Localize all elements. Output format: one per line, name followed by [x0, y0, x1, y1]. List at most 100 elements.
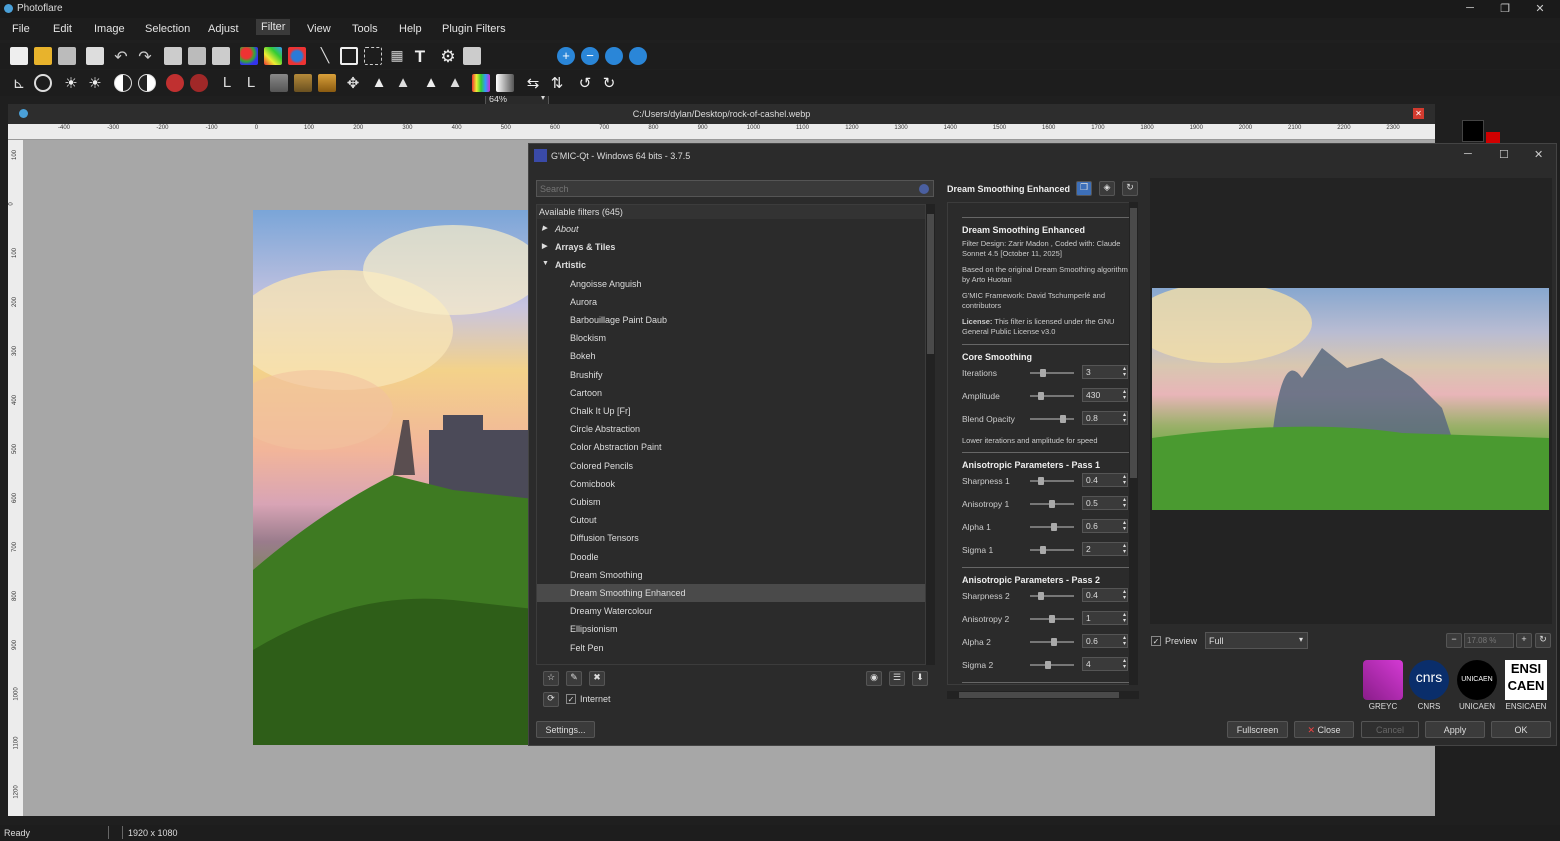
params-scrollbar[interactable] — [1129, 202, 1138, 685]
close-document-icon[interactable]: ✕ — [1413, 108, 1424, 119]
param-spinbox[interactable]: 2 ▴ ▾ — [1082, 542, 1128, 556]
spin-arrows-icon[interactable]: ▴ ▾ — [1123, 543, 1126, 555]
open-folder-icon[interactable] — [34, 47, 52, 65]
filter-item[interactable]: Blockism — [537, 329, 925, 347]
slider-handle[interactable] — [1060, 415, 1067, 423]
clipboard-icon[interactable] — [212, 47, 230, 65]
text-tool-icon[interactable]: T — [411, 47, 429, 66]
new-file-icon[interactable] — [10, 47, 28, 65]
internet-checkbox[interactable]: ✓ — [566, 694, 576, 704]
spin-arrows-icon[interactable]: ▴ ▾ — [1123, 589, 1126, 601]
param-spinbox[interactable]: 3 ▴ ▾ — [1082, 365, 1128, 379]
gamma-down-icon[interactable]: L — [242, 74, 260, 92]
sharpen-icon[interactable]: ▲ — [370, 74, 388, 92]
chevron-right-icon[interactable]: ▶ — [542, 224, 547, 232]
palette-icon[interactable] — [264, 47, 282, 65]
slider-handle[interactable] — [1039, 546, 1046, 554]
param-slider[interactable] — [1030, 369, 1074, 377]
filter-item[interactable]: Diffusion Tensors — [537, 529, 925, 547]
slider-handle[interactable] — [1038, 477, 1045, 485]
cancel-button[interactable]: Cancel — [1361, 721, 1419, 738]
menu-selection[interactable]: Selection — [145, 23, 190, 35]
slider-handle[interactable] — [1039, 369, 1046, 377]
gmic-close-button[interactable]: ✕ — [1534, 148, 1543, 161]
spin-arrows-icon[interactable]: ▴ ▾ — [1123, 520, 1126, 532]
reset-params-icon[interactable]: ↻ — [1122, 181, 1138, 196]
preview-checkbox[interactable]: ✓ — [1151, 636, 1161, 646]
refresh-filters-icon[interactable]: ⟳ — [543, 692, 559, 707]
redo-icon[interactable]: ↷ — [136, 47, 154, 66]
contrast-icon[interactable] — [34, 74, 52, 92]
gradient-icon[interactable] — [496, 74, 514, 92]
filter-item[interactable]: Aurora — [537, 293, 925, 311]
rename-fave-icon[interactable]: ✎ — [566, 671, 582, 686]
scrollbar-thumb[interactable] — [1130, 208, 1137, 478]
marquee-icon[interactable] — [364, 47, 382, 65]
image-canvas[interactable] — [253, 210, 543, 745]
preview-mode-select[interactable]: Full ▾ — [1205, 632, 1308, 649]
filter-item[interactable]: Ellipsionism — [537, 620, 925, 638]
move-icon[interactable]: ✥ — [344, 74, 362, 92]
slider-handle[interactable] — [1045, 661, 1052, 669]
spin-arrows-icon[interactable]: ▴ ▾ — [1123, 412, 1126, 424]
line-tool-icon[interactable]: ╲ — [316, 47, 334, 65]
remove-fave-icon[interactable]: ✖ — [589, 671, 605, 686]
param-slider[interactable] — [1030, 615, 1074, 623]
paste-icon[interactable] — [188, 47, 206, 65]
menu-plugin-filters[interactable]: Plugin Filters — [442, 23, 506, 35]
filter-item[interactable]: Angoisse Anguish — [537, 275, 925, 293]
filter-item[interactable]: Color Abstraction Paint — [537, 438, 925, 456]
rectangle-select-icon[interactable] — [340, 47, 358, 65]
properties-icon[interactable] — [463, 47, 481, 65]
old-photo-icon[interactable] — [318, 74, 336, 92]
zoom-in-icon[interactable]: + — [557, 47, 575, 65]
spin-arrows-icon[interactable]: ▴ ▾ — [1123, 474, 1126, 486]
hue-icon[interactable] — [472, 74, 490, 92]
brightness-down-icon[interactable]: ☀ — [86, 74, 104, 92]
zoom-actual-icon[interactable] — [629, 47, 647, 65]
slider-handle[interactable] — [1038, 592, 1045, 600]
param-slider[interactable] — [1030, 477, 1074, 485]
spin-arrows-icon[interactable]: ▴ ▾ — [1123, 635, 1126, 647]
gamma-up-icon[interactable]: L — [218, 74, 236, 92]
param-spinbox[interactable]: 0.4 ▴ ▾ — [1082, 588, 1128, 602]
scrollbar-thumb[interactable] — [927, 214, 934, 354]
filter-item[interactable]: Cutout — [537, 511, 925, 529]
filter-item[interactable]: Comicbook — [537, 475, 925, 493]
spin-arrows-icon[interactable]: ▴ ▾ — [1123, 497, 1126, 509]
filter-item[interactable]: Colored Pencils — [537, 457, 925, 475]
param-slider[interactable] — [1030, 661, 1074, 669]
close-button[interactable]: ✕ Close — [1294, 721, 1354, 738]
filter-tree-scrollbar[interactable] — [926, 204, 935, 665]
grid-icon[interactable]: ▦ — [388, 47, 406, 65]
filter-item[interactable]: Barbouillage Paint Daub — [537, 311, 925, 329]
param-spinbox[interactable]: 0.8 ▴ ▾ — [1082, 411, 1128, 425]
add-fave-icon[interactable]: ☆ — [543, 671, 559, 686]
flip-vertical-icon[interactable]: ⇅ — [548, 74, 566, 92]
expand-collapse-icon[interactable]: ☰ — [889, 671, 905, 686]
filter-item[interactable]: Dream Smoothing Enhanced — [537, 584, 925, 602]
rotate-right-icon[interactable]: ↻ — [600, 74, 618, 92]
param-slider[interactable] — [1030, 392, 1074, 400]
copy-icon[interactable] — [164, 47, 182, 65]
fullscreen-button[interactable]: Fullscreen — [1227, 721, 1288, 738]
ok-button[interactable]: OK — [1491, 721, 1551, 738]
randomize-icon[interactable]: ◈ — [1099, 181, 1115, 196]
menu-tools[interactable]: Tools — [352, 23, 378, 35]
menu-file[interactable]: File — [12, 23, 30, 35]
save-icon[interactable] — [58, 47, 76, 65]
settings-gear-icon[interactable]: ⚙ — [439, 47, 457, 66]
param-slider[interactable] — [1030, 500, 1074, 508]
spin-arrows-icon[interactable]: ▴ ▾ — [1123, 366, 1126, 378]
menu-view[interactable]: View — [307, 23, 331, 35]
rgb-icon[interactable] — [240, 47, 258, 65]
gmic-minimize-button[interactable]: ─ — [1464, 148, 1472, 160]
param-spinbox[interactable]: 4 ▴ ▾ — [1082, 657, 1128, 671]
zoom-fit-icon[interactable] — [605, 47, 623, 65]
blur-icon[interactable]: ▲ — [394, 74, 412, 92]
filter-item[interactable]: Brushify — [537, 366, 925, 384]
filter-item[interactable]: Circle Abstraction — [537, 420, 925, 438]
maximize-button[interactable]: ❐ — [1490, 2, 1520, 16]
sepia-icon[interactable] — [294, 74, 312, 92]
param-spinbox[interactable]: 0.5 ▴ ▾ — [1082, 496, 1128, 510]
